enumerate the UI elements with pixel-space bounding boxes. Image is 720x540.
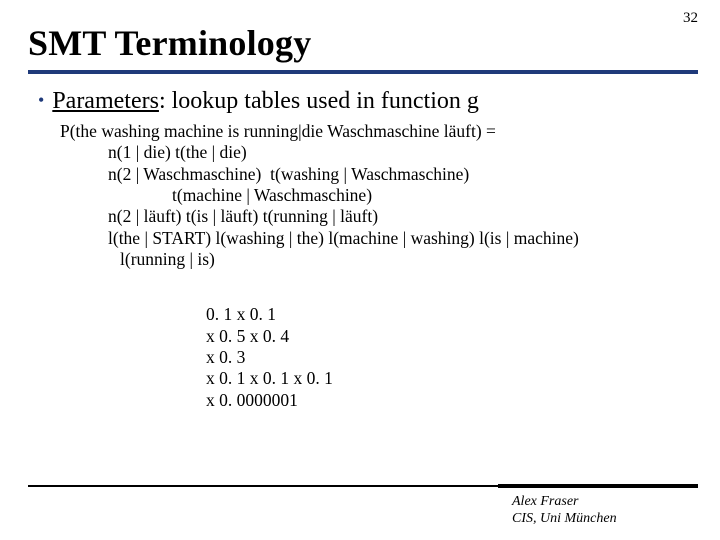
formula-line-6: l(the | START) l(washing | the) l(machin… [60,228,690,249]
bullet-parameters: • Parameters: lookup tables used in funct… [38,88,690,115]
numbers-line-2: x 0. 5 x 0. 4 [206,326,690,347]
formula-line-2: n(1 | die) t(the | die) [60,142,690,163]
page-number: 32 [683,10,698,27]
numbers-block: 0. 1 x 0. 1 x 0. 5 x 0. 4 x 0. 3 x 0. 1 … [38,304,690,411]
content-area: • Parameters: lookup tables used in funct… [0,74,720,411]
formula-line-3: n(2 | Waschmaschine) t(washing | Waschma… [60,164,690,185]
formula-line-7: l(running | is) [60,249,690,270]
slide-title: SMT Terminology [0,0,720,66]
parameters-label: Parameters [52,88,159,114]
footer-rule [28,484,698,488]
formula-block: P(the washing machine is running|die Was… [38,121,690,270]
formula-line-5: n(2 | läuft) t(is | läuft) t(running | l… [60,206,690,227]
author-credit: Alex Fraser CIS, Uni München [512,494,672,528]
author-affiliation: CIS, Uni München [512,511,672,528]
formula-line-4: t(machine | Waschmaschine) [60,185,690,206]
formula-line-1: P(the washing machine is running|die Was… [60,121,690,142]
bullet-rest: : lookup tables used in function g [159,88,479,114]
footer-rule-thick [498,484,698,488]
numbers-line-5: x 0. 0000001 [206,390,690,411]
numbers-line-1: 0. 1 x 0. 1 [206,304,690,325]
numbers-line-4: x 0. 1 x 0. 1 x 0. 1 [206,368,690,389]
author-name: Alex Fraser [512,494,672,511]
footer-rule-thin [28,485,498,487]
bullet-icon: • [38,90,44,110]
numbers-line-3: x 0. 3 [206,347,690,368]
